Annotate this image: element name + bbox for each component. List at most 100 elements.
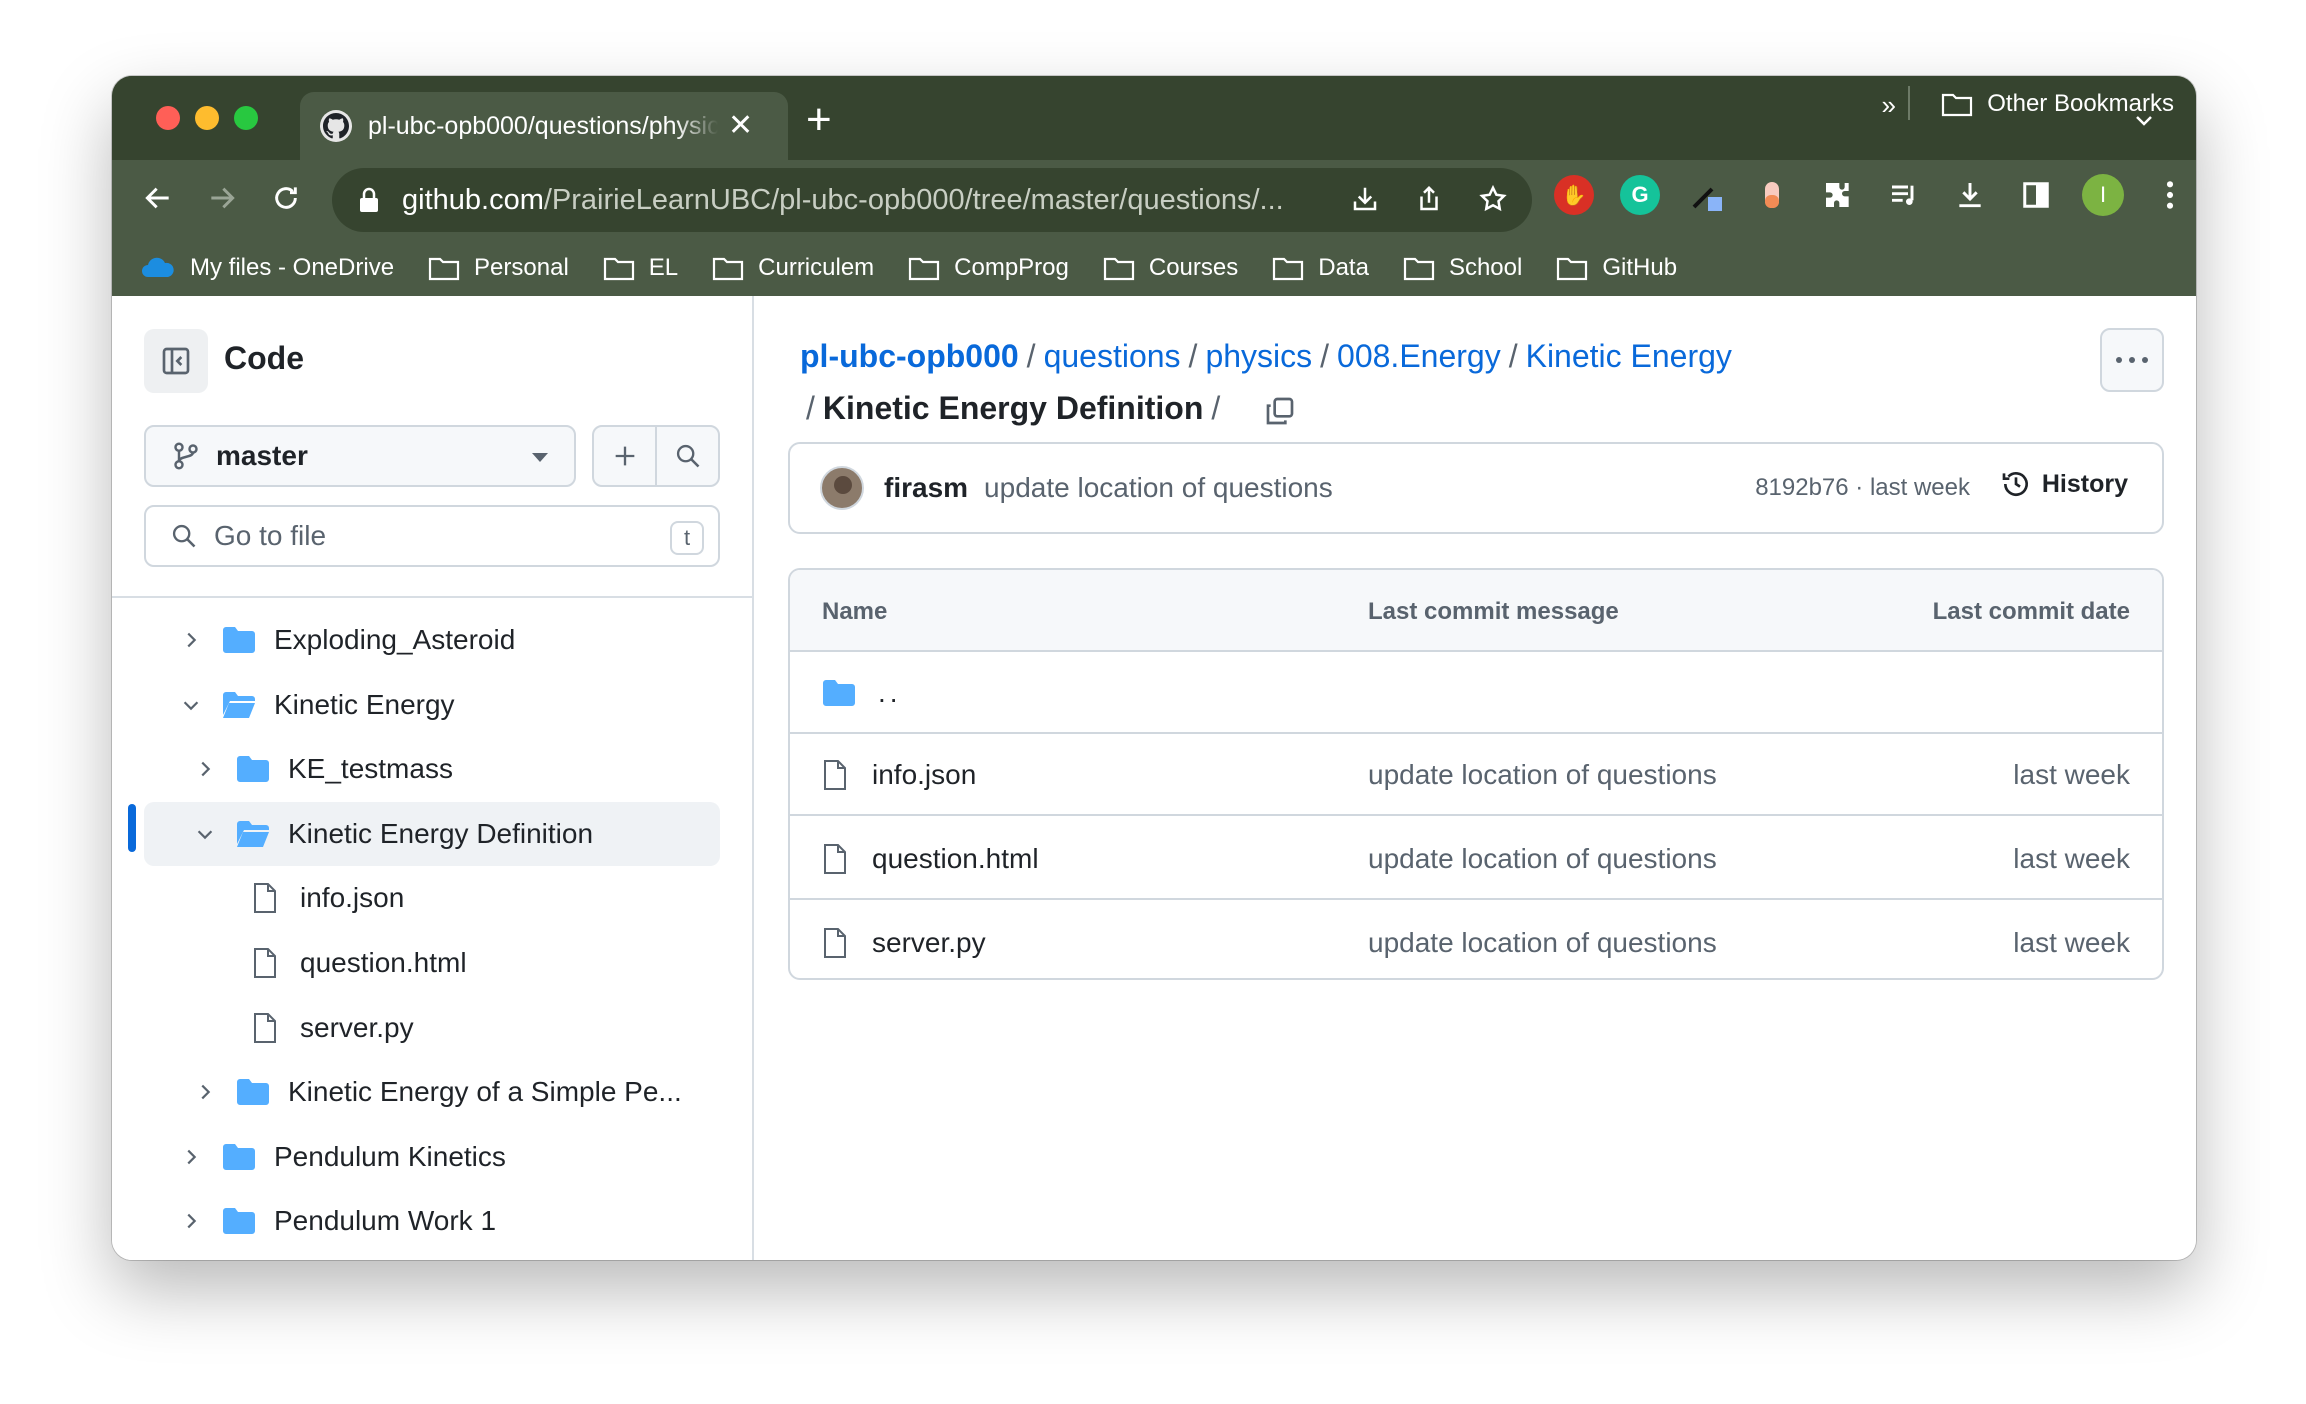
folder-icon — [1557, 257, 1588, 281]
close-tab-icon[interactable]: ✕ — [728, 111, 753, 141]
bookmark-item[interactable]: CompProg — [908, 254, 1069, 282]
tree-folder-item[interactable]: KE_testmass — [192, 737, 453, 801]
go-to-file-field[interactable]: t — [144, 505, 720, 567]
file-tree-sidebar: Code master t Exploding_AsteroidKineti — [112, 296, 754, 1260]
file-name-cell: info.json — [822, 734, 976, 816]
copy-path-icon[interactable] — [1264, 395, 1296, 427]
tree-expand-toggle[interactable] — [178, 627, 204, 653]
bookmark-item[interactable]: EL — [603, 254, 678, 282]
browser-menu-kebab-icon[interactable] — [2150, 175, 2190, 215]
commit-message-cell[interactable]: update location of questions — [1368, 818, 1717, 900]
minimize-window-button[interactable] — [195, 106, 219, 130]
extensions-puzzle-icon[interactable] — [1818, 175, 1858, 215]
tree-expand-toggle[interactable] — [192, 821, 218, 847]
file-name-cell: question.html — [822, 818, 1039, 900]
parent-directory-row[interactable]: .. — [790, 652, 2162, 734]
tree-expand-toggle[interactable] — [178, 692, 204, 718]
side-panel-icon[interactable] — [2016, 175, 2056, 215]
bookmarks-bar: My files - OneDrive Personal EL Curriculem C… — [112, 240, 2196, 296]
breadcrumb-link[interactable]: 008.Energy — [1337, 338, 1501, 374]
media-playlist-icon[interactable] — [1884, 175, 1924, 215]
grammarly-extension-icon[interactable]: G — [1620, 175, 1660, 215]
adblock-extension-icon[interactable]: ✋ — [1554, 175, 1594, 215]
bookmark-label: Courses — [1148, 254, 1239, 281]
bookmark-item[interactable]: Data — [1272, 254, 1369, 282]
address-bar[interactable]: github.com/PrairieLearnUBC/pl-ubc-opb000… — [332, 168, 1532, 232]
reload-icon[interactable] — [264, 176, 308, 220]
tree-folder-item[interactable]: Kinetic Energy Definition — [144, 801, 720, 866]
commit-author-link[interactable]: firasm — [884, 472, 968, 504]
file-name-link[interactable]: question.html — [872, 843, 1039, 875]
bookmark-item[interactable]: Courses — [1103, 254, 1238, 282]
tree-expand-toggle[interactable] — [192, 756, 218, 782]
author-avatar[interactable] — [820, 466, 864, 510]
breadcrumb-repo-link[interactable]: pl-ubc-opb000 — [800, 338, 1019, 374]
tree-folder-item[interactable]: Exploding_Asteroid — [178, 608, 515, 672]
extensions-area: ✋ G I — [1554, 174, 2190, 216]
more-options-button[interactable] — [2100, 328, 2164, 392]
tree-folder-item[interactable]: Kinetic Energy of a Simple Pe... — [192, 1060, 682, 1124]
tree-file-item[interactable]: server.py — [252, 996, 414, 1060]
chevron-right-icon — [187, 1149, 197, 1164]
add-file-button[interactable] — [594, 427, 657, 485]
browser-window: pl-ubc-opb000/questions/physics ✕ + gith… — [112, 76, 2196, 1260]
commit-message-link[interactable]: update location of questions — [984, 472, 1333, 504]
other-bookmarks-folder[interactable]: Other Bookmarks — [1941, 76, 2174, 132]
browser-toolbar: github.com/PrairieLearnUBC/pl-ubc-opb000… — [112, 160, 2196, 240]
history-button[interactable]: History — [2000, 468, 2128, 500]
chevron-right-icon — [201, 761, 211, 777]
tree-folder-item[interactable]: Pendulum Kinetics — [178, 1125, 506, 1189]
forward-arrow-icon[interactable] — [200, 176, 244, 220]
tree-expand-toggle[interactable] — [178, 1208, 204, 1234]
caret-down-icon — [532, 453, 548, 462]
other-bookmarks-label: Other Bookmarks — [1987, 90, 2174, 117]
tree-folder-item[interactable]: Kinetic Energy — [178, 673, 455, 737]
tree-expand-toggle[interactable] — [178, 1144, 204, 1170]
capsule-extension-icon[interactable] — [1752, 175, 1792, 215]
table-row: info.json update location of questions las… — [790, 734, 2162, 816]
file-name-cell: server.py — [822, 902, 986, 978]
share-icon[interactable] — [1412, 182, 1446, 216]
commit-hash-and-time[interactable]: 8192b76 · last week — [1755, 474, 1970, 502]
tree-item-label: Pendulum Work 1 — [274, 1205, 497, 1237]
tree-file-item[interactable]: question.html — [252, 931, 467, 995]
profile-avatar[interactable]: I — [2082, 174, 2124, 216]
tree-item-label: question.html — [300, 947, 467, 978]
maximize-window-button[interactable] — [234, 106, 258, 130]
plus-icon — [615, 446, 634, 466]
commit-message-cell[interactable]: update location of questions — [1368, 902, 1717, 978]
tree-expand-toggle[interactable] — [192, 1079, 218, 1105]
file-name-link[interactable]: info.json — [872, 759, 976, 791]
close-window-button[interactable] — [156, 106, 180, 130]
parent-directory-link[interactable]: .. — [878, 677, 902, 709]
collapse-sidebar-button[interactable] — [144, 329, 208, 393]
search-code-button[interactable] — [657, 427, 718, 485]
bookmarks-overflow-button[interactable]: » — [1882, 90, 1896, 121]
bookmark-item[interactable]: Curriculem — [712, 254, 874, 282]
commit-message-cell[interactable]: update location of questions — [1368, 734, 1717, 816]
bookmark-item[interactable]: My files - OneDrive — [140, 254, 394, 282]
breadcrumb-link[interactable]: questions — [1044, 338, 1181, 374]
tree-folder-item[interactable]: Pendulum Work 1 — [178, 1189, 496, 1253]
github-icon — [320, 110, 352, 142]
breadcrumb-separator: / — [1188, 338, 1198, 374]
tree-item-label: server.py — [300, 1011, 414, 1043]
bookmark-star-icon[interactable] — [1476, 182, 1510, 216]
breadcrumb-link[interactable]: Kinetic Energy — [1526, 338, 1732, 374]
go-to-file-input[interactable] — [214, 520, 654, 552]
bookmark-item[interactable]: Personal — [428, 254, 569, 282]
install-app-icon[interactable] — [1348, 182, 1382, 216]
active-tab[interactable]: pl-ubc-opb000/questions/physics ✕ — [300, 92, 788, 160]
tree-file-item[interactable]: info.json — [252, 866, 404, 930]
back-arrow-icon[interactable] — [136, 176, 180, 220]
new-tab-button[interactable]: + — [806, 98, 832, 142]
downloads-icon[interactable] — [1950, 175, 1990, 215]
bookmark-label: EL — [648, 254, 679, 281]
breadcrumb-link[interactable]: physics — [1205, 338, 1312, 374]
sidebar-collapse-icon — [162, 347, 190, 375]
branch-selector[interactable]: master — [144, 425, 576, 487]
bookmark-item[interactable]: School — [1403, 254, 1522, 282]
color-picker-extension-icon[interactable] — [1686, 175, 1726, 215]
bookmark-item[interactable]: GitHub — [1556, 254, 1677, 282]
file-name-link[interactable]: server.py — [872, 927, 986, 959]
